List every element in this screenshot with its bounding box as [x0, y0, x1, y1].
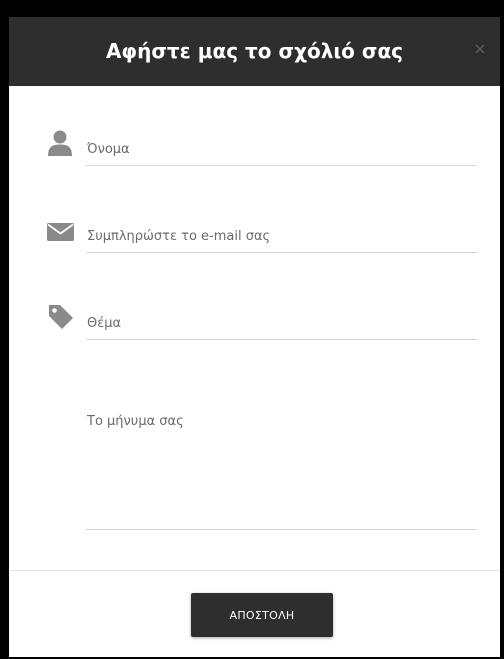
subject-input[interactable] [86, 308, 477, 340]
submit-button[interactable]: ΑΠΟΣΤΟΛΗ [191, 593, 333, 637]
feedback-modal: Αφήστε μας το σχόλιό σας × Όνομα Συμπληρ… [9, 17, 500, 657]
envelope-icon [47, 219, 75, 247]
email-input[interactable] [86, 221, 477, 253]
footer-divider [9, 570, 500, 571]
tag-icon [47, 303, 75, 331]
close-button[interactable]: × [470, 39, 490, 59]
name-input[interactable] [86, 134, 477, 166]
modal-title: Αφήστε μας το σχόλιό σας [105, 39, 404, 63]
modal-header: Αφήστε μας το σχόλιό σας × [9, 17, 500, 86]
message-textarea[interactable] [86, 408, 477, 530]
user-icon [47, 129, 75, 157]
